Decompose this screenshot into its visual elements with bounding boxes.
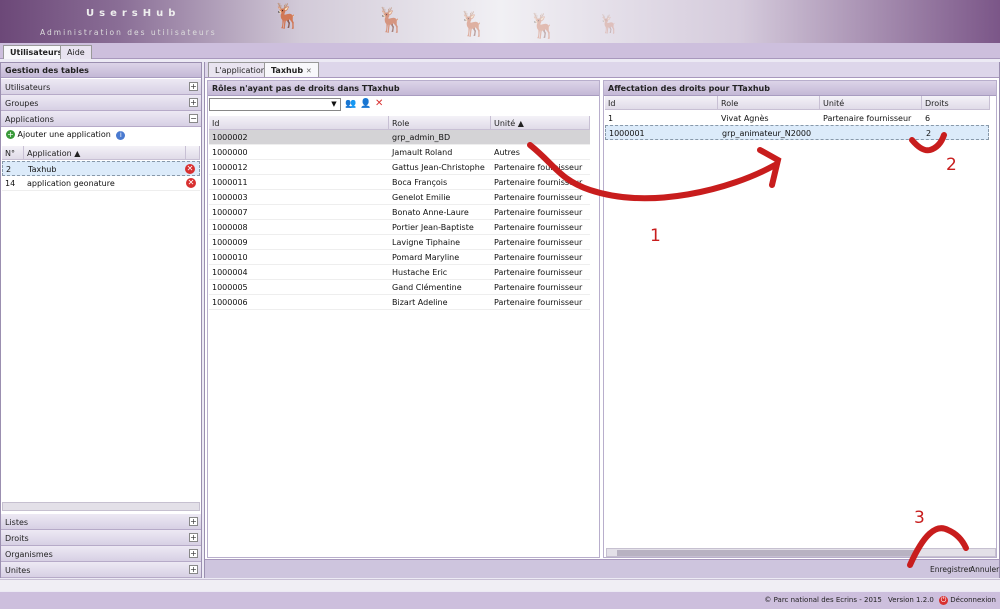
annotation-arrow-1	[527, 142, 778, 202]
page-scrollbar[interactable]	[0, 579, 1000, 591]
copyright-text: © Parc national des Ecrins - 2015	[764, 596, 882, 604]
version-text: Version 1.2.0	[888, 596, 934, 604]
logout-link[interactable]: Déconnexion	[950, 596, 996, 604]
annotation-overlay	[527, 132, 969, 568]
annotation-label-2: 2	[946, 155, 957, 175]
annotation-label-1: 1	[650, 226, 661, 246]
annotation-check-2	[909, 132, 947, 154]
annotation-curve-3	[907, 525, 969, 568]
footer-info: © Parc national des Ecrins - 2015 Versio…	[764, 596, 996, 605]
power-icon[interactable]: ⏻	[939, 596, 949, 605]
annotation-label-3: 3	[914, 508, 925, 528]
